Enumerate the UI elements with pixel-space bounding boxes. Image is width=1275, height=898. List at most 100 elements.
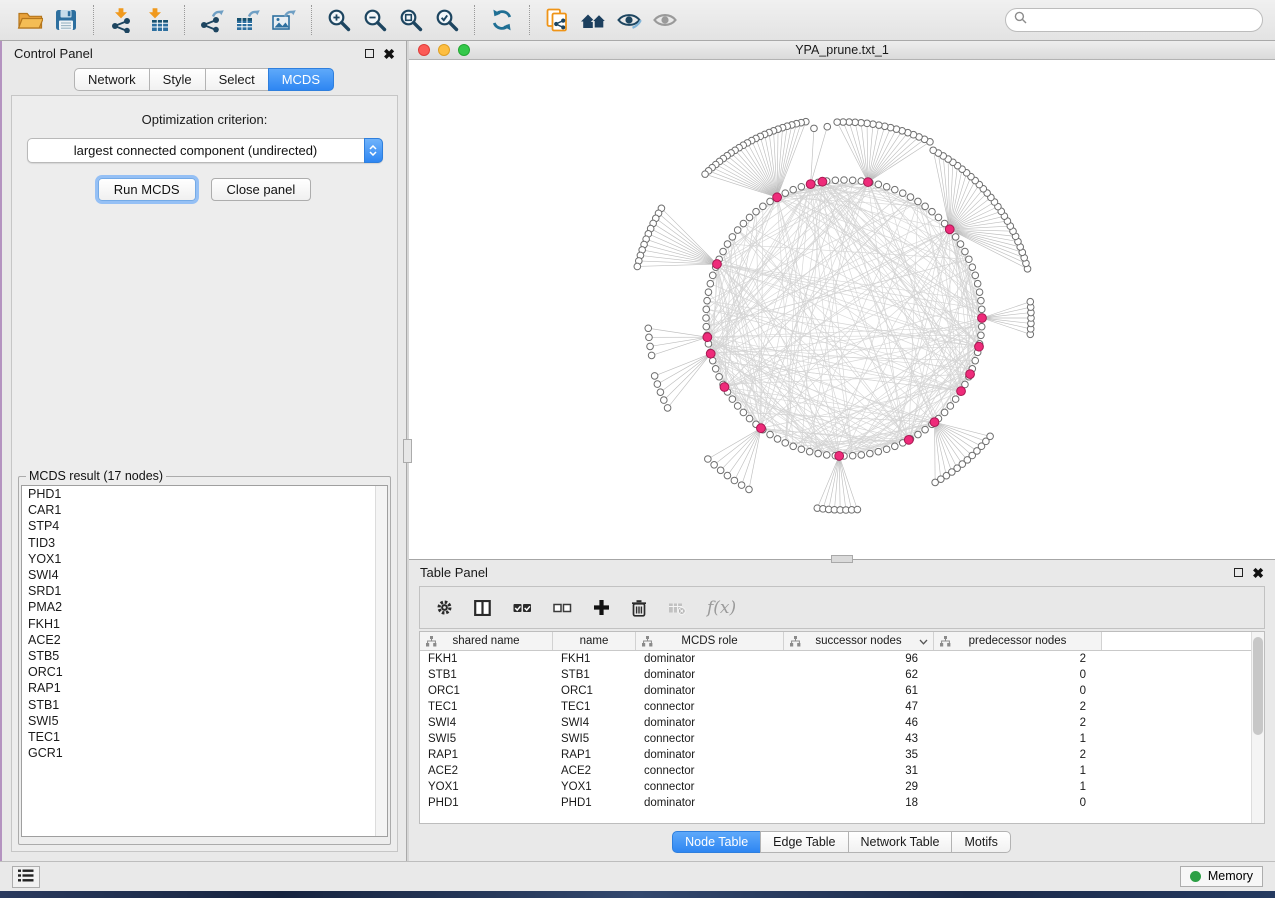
export-network-button[interactable] <box>194 3 230 37</box>
cell-name[interactable]: PHD1 <box>553 797 636 809</box>
cell-MCDS-role[interactable]: connector <box>636 781 784 793</box>
tab-motifs[interactable]: Motifs <box>951 831 1010 853</box>
cell-shared-name[interactable]: ORC1 <box>420 685 553 697</box>
network-canvas[interactable] <box>409 60 1275 559</box>
table-scrollbar-thumb[interactable] <box>1253 637 1263 735</box>
cell-predecessor-nodes[interactable]: 0 <box>934 797 1102 809</box>
mcds-result-list[interactable]: PHD1CAR1STP4TID3YOX1SWI4SRD1PMA2FKH1ACE2… <box>21 485 388 837</box>
save-session-button[interactable] <box>48 3 84 37</box>
cell-predecessor-nodes[interactable]: 0 <box>934 669 1102 681</box>
zoom-selected-button[interactable] <box>429 3 465 37</box>
column-header-successor-nodes[interactable]: successor nodes <box>784 632 934 650</box>
cell-predecessor-nodes[interactable]: 0 <box>934 685 1102 697</box>
delete-row-button[interactable] <box>631 596 647 620</box>
cell-successor-nodes[interactable]: 31 <box>784 765 934 777</box>
cell-MCDS-role[interactable]: dominator <box>636 669 784 681</box>
cell-successor-nodes[interactable]: 43 <box>784 733 934 745</box>
list-item[interactable]: ACE2 <box>22 632 387 648</box>
float-panel-icon[interactable] <box>365 49 374 58</box>
cell-successor-nodes[interactable]: 61 <box>784 685 934 697</box>
cell-MCDS-role[interactable]: dominator <box>636 653 784 665</box>
column-header-MCDS-role[interactable]: MCDS role <box>636 632 784 650</box>
cell-MCDS-role[interactable]: connector <box>636 733 784 745</box>
network-graph[interactable] <box>409 60 1275 559</box>
cell-name[interactable]: SWI5 <box>553 733 636 745</box>
criterion-dropdown[interactable]: largest connected component (undirected) <box>27 138 383 163</box>
cell-shared-name[interactable]: YOX1 <box>420 781 553 793</box>
table-row[interactable]: SWI4SWI4dominator462 <box>420 715 1264 731</box>
list-item[interactable]: SWI4 <box>22 567 387 583</box>
cell-MCDS-role[interactable]: dominator <box>636 685 784 697</box>
cell-shared-name[interactable]: ACE2 <box>420 765 553 777</box>
cell-MCDS-role[interactable]: dominator <box>636 749 784 761</box>
list-item[interactable]: ORC1 <box>22 664 387 680</box>
cell-successor-nodes[interactable]: 35 <box>784 749 934 761</box>
table-row[interactable]: ORC1ORC1dominator610 <box>420 683 1264 699</box>
show-all-button[interactable] <box>647 3 683 37</box>
list-item[interactable]: YOX1 <box>22 551 387 567</box>
cell-name[interactable]: STB1 <box>553 669 636 681</box>
cell-MCDS-role[interactable]: dominator <box>636 717 784 729</box>
table-row[interactable]: RAP1RAP1dominator352 <box>420 747 1264 763</box>
cell-predecessor-nodes[interactable]: 2 <box>934 717 1102 729</box>
cell-MCDS-role[interactable]: dominator <box>636 797 784 809</box>
cell-predecessor-nodes[interactable]: 2 <box>934 653 1102 665</box>
horizontal-splitter-handle[interactable] <box>831 555 853 563</box>
cell-name[interactable]: TEC1 <box>553 701 636 713</box>
cell-shared-name[interactable]: SWI5 <box>420 733 553 745</box>
cell-successor-nodes[interactable]: 29 <box>784 781 934 793</box>
column-header-predecessor-nodes[interactable]: predecessor nodes <box>934 632 1102 650</box>
tab-edge-table[interactable]: Edge Table <box>760 831 848 853</box>
export-image-button[interactable] <box>266 3 302 37</box>
table-row[interactable]: FKH1FKH1dominator962 <box>420 651 1264 667</box>
cell-shared-name[interactable]: PHD1 <box>420 797 553 809</box>
cell-predecessor-nodes[interactable]: 1 <box>934 781 1102 793</box>
tab-network[interactable]: Network <box>74 68 150 91</box>
column-header-shared-name[interactable]: shared name <box>420 632 553 650</box>
list-item[interactable]: SRD1 <box>22 583 387 599</box>
list-item[interactable]: FKH1 <box>22 616 387 632</box>
vertical-splitter[interactable] <box>406 41 409 861</box>
cell-shared-name[interactable]: TEC1 <box>420 701 553 713</box>
list-item[interactable]: PMA2 <box>22 599 387 615</box>
table-row[interactable]: STB1STB1dominator620 <box>420 667 1264 683</box>
table-row[interactable]: YOX1YOX1connector291 <box>420 779 1264 795</box>
deselect-all-button[interactable] <box>553 596 572 620</box>
vertical-splitter-handle[interactable] <box>403 439 412 463</box>
cell-predecessor-nodes[interactable]: 1 <box>934 765 1102 777</box>
cell-shared-name[interactable]: SWI4 <box>420 717 553 729</box>
table-row[interactable]: PHD1PHD1dominator180 <box>420 795 1264 811</box>
open-file-button[interactable] <box>12 3 48 37</box>
export-table-button[interactable] <box>230 3 266 37</box>
list-item[interactable]: SWI5 <box>22 713 387 729</box>
cell-shared-name[interactable]: FKH1 <box>420 653 553 665</box>
list-item[interactable]: TEC1 <box>22 729 387 745</box>
search-box[interactable] <box>1005 8 1263 32</box>
memory-button[interactable]: Memory <box>1180 866 1263 887</box>
tab-select[interactable]: Select <box>205 68 269 91</box>
zoom-fit-button[interactable] <box>393 3 429 37</box>
table-row[interactable]: TEC1TEC1connector472 <box>420 699 1264 715</box>
cell-name[interactable]: YOX1 <box>553 781 636 793</box>
table-row[interactable]: SWI5SWI5connector431 <box>420 731 1264 747</box>
cell-successor-nodes[interactable]: 47 <box>784 701 934 713</box>
duplicate-network-button[interactable] <box>539 3 575 37</box>
tab-node-table[interactable]: Node Table <box>672 831 761 853</box>
zoom-in-button[interactable] <box>321 3 357 37</box>
first-neighbors-button[interactable] <box>575 3 611 37</box>
cell-successor-nodes[interactable]: 96 <box>784 653 934 665</box>
cell-successor-nodes[interactable]: 18 <box>784 797 934 809</box>
tab-network-table[interactable]: Network Table <box>848 831 953 853</box>
list-item[interactable]: STB5 <box>22 648 387 664</box>
tab-mcds[interactable]: MCDS <box>268 68 334 91</box>
close-panel-button[interactable]: Close panel <box>211 178 312 201</box>
minimize-window-icon[interactable] <box>438 44 450 56</box>
list-item[interactable]: STP4 <box>22 518 387 534</box>
mcds-result-scrollbar[interactable] <box>375 486 387 836</box>
close-table-panel-icon[interactable]: ✖ <box>1252 566 1264 580</box>
refresh-button[interactable] <box>484 3 520 37</box>
cell-predecessor-nodes[interactable]: 2 <box>934 701 1102 713</box>
cell-predecessor-nodes[interactable]: 1 <box>934 733 1102 745</box>
settings-button[interactable] <box>436 596 453 620</box>
list-item[interactable]: PHD1 <box>22 486 387 502</box>
